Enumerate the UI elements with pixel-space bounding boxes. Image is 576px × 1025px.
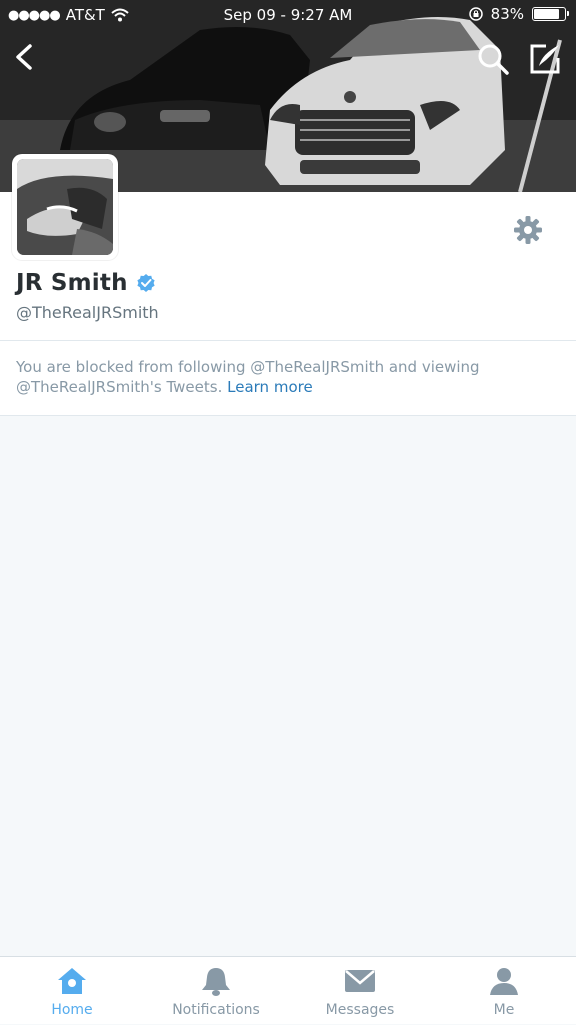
- bell-icon: [202, 968, 230, 996]
- profile-name: JR Smith: [16, 270, 128, 296]
- tab-home[interactable]: Home: [0, 957, 144, 1025]
- settings-gear-button[interactable]: [512, 214, 544, 246]
- battery-icon: [532, 7, 569, 21]
- tab-notifications[interactable]: Notifications: [144, 957, 288, 1025]
- profile-name-row: JR Smith: [16, 270, 156, 296]
- home-icon: [58, 968, 86, 994]
- profile-handle: @TheRealJRSmith: [16, 303, 159, 322]
- battery-percent: 83%: [490, 5, 524, 23]
- compose-tweet-button[interactable]: [528, 42, 562, 76]
- tab-me-label: Me: [493, 1002, 515, 1018]
- person-icon: [490, 968, 518, 995]
- rotation-lock-icon: [468, 7, 483, 21]
- bottom-tab-bar: Home Notifications Messages Me: [0, 956, 576, 1024]
- tab-me[interactable]: Me: [432, 957, 576, 1025]
- blocked-notice: You are blocked from following @TheRealJ…: [0, 341, 576, 415]
- tab-messages[interactable]: Messages: [288, 957, 432, 1025]
- tab-home-label: Home: [51, 1002, 93, 1018]
- verified-badge-icon: [137, 274, 155, 292]
- search-button[interactable]: [476, 42, 510, 76]
- back-button[interactable]: [10, 40, 40, 74]
- tab-messages-label: Messages: [325, 1002, 395, 1018]
- avatar[interactable]: [12, 154, 118, 260]
- tab-notifications-label: Notifications: [172, 1002, 260, 1018]
- status-bar: ●●●●● AT&T Sep 09 - 9:27 AM 83%: [0, 0, 576, 30]
- divider: [0, 415, 576, 416]
- envelope-icon: [345, 970, 375, 992]
- avatar-photo: [17, 159, 113, 255]
- learn-more-link[interactable]: Learn more: [227, 378, 313, 396]
